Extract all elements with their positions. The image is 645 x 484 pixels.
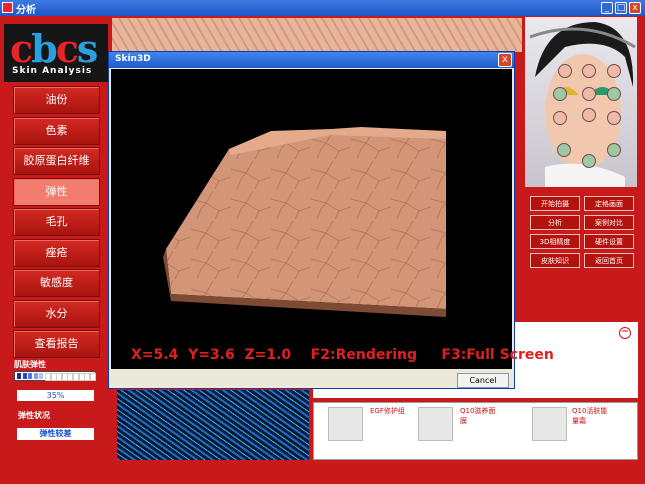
product-image[interactable] <box>328 407 363 441</box>
product-label: Q10活肤能量霜 <box>572 407 608 425</box>
product-recommendations: EGF修护组 Q10滋养面膜 Q10活肤能量霜 <box>313 402 638 460</box>
skin-spot-jaw-left[interactable] <box>557 143 571 157</box>
window-title: 分析 <box>16 5 36 16</box>
control-button[interactable]: 开始拍摄 <box>530 196 580 211</box>
logo-subtitle: Skin Analysis <box>12 66 93 76</box>
skin-spot-eye-left[interactable] <box>553 87 567 101</box>
control-button[interactable]: 案例对比 <box>584 215 634 230</box>
cancel-button[interactable]: Cancel <box>457 373 509 388</box>
maximize-button[interactable]: □ <box>615 2 627 14</box>
menu-item[interactable]: 敏感度 <box>13 269 100 297</box>
dialog-close-button[interactable]: x <box>498 53 512 67</box>
collapse-icon[interactable]: − <box>619 327 631 339</box>
skin-3d-viewport[interactable]: X=5.4 Y=3.6 Z=1.0 F2:Rendering F3:Full S… <box>111 69 554 369</box>
face-illustration <box>529 22 636 187</box>
menu-item[interactable]: 查看报告 <box>13 330 100 358</box>
skin-texture-image <box>112 18 522 52</box>
elasticity-status-heading: 弹性状况 <box>18 411 50 420</box>
control-button[interactable]: 皮肤知识 <box>530 253 580 268</box>
control-button[interactable]: 硬件设置 <box>584 234 634 249</box>
menu-item[interactable]: 水分 <box>13 299 100 328</box>
control-button[interactable]: 返回首页 <box>584 253 634 268</box>
control-button[interactable]: 3D相精度 <box>530 234 580 249</box>
elasticity-gauge <box>14 371 96 381</box>
control-button[interactable]: 分析 <box>530 215 580 230</box>
skin-3d-surface <box>163 127 446 317</box>
face-photo[interactable] <box>525 17 637 187</box>
skin-spot-nose[interactable] <box>582 108 596 122</box>
dialog-title: Skin3D <box>115 54 151 64</box>
logo-letters: cbcs <box>10 26 98 71</box>
menu-item[interactable]: 色素 <box>13 116 100 145</box>
skin-spot-cheek-left[interactable] <box>553 111 567 125</box>
menu-item[interactable]: 胶原蛋白纤维 <box>13 147 100 175</box>
skin-spot-nose-bridge[interactable] <box>582 87 596 101</box>
brand-logo: cbcs Skin Analysis <box>4 24 108 82</box>
coordinate-readout: X=5.4 Y=3.6 Z=1.0 F2:Rendering F3:Full S… <box>131 347 554 363</box>
skin3d-dialog: Skin3D x X=5.4 Y=3.6 Z=1.0 F2:Rendering … <box>108 51 554 389</box>
collagen-image <box>117 390 309 460</box>
elasticity-status: 弹性较差 <box>17 428 94 440</box>
elasticity-heading: 肌肤弹性 <box>14 360 46 369</box>
product-label: Q10滋养面膜 <box>460 407 496 425</box>
product-label: EGF修护组 <box>370 407 405 415</box>
menu-item[interactable]: 弹性 <box>13 177 100 206</box>
minimize-button[interactable]: _ <box>601 2 613 14</box>
window-titlebar[interactable]: 分析 _ □ x <box>0 0 645 16</box>
elasticity-value: 35% <box>17 390 94 401</box>
skin-spot-jaw-right[interactable] <box>607 143 621 157</box>
gauge-segment <box>39 373 44 379</box>
gauge-segment <box>33 373 38 379</box>
skin-spot-forehead-center[interactable] <box>582 64 596 78</box>
gauge-segment <box>17 373 21 379</box>
skin-spot-eye-right[interactable] <box>607 87 621 101</box>
skin-spot-cheek-right[interactable] <box>607 111 621 125</box>
skin-spot-chin[interactable] <box>582 154 596 168</box>
product-image[interactable] <box>418 407 453 441</box>
skin-spot-forehead-right[interactable] <box>607 64 621 78</box>
control-button[interactable]: 定格画面 <box>584 196 634 211</box>
gauge-segment <box>28 373 33 379</box>
app-icon <box>2 2 13 13</box>
skin-spot-forehead-left[interactable] <box>558 64 572 78</box>
menu-item[interactable]: 油份 <box>13 86 100 114</box>
gauge-segment <box>22 373 27 379</box>
menu-item[interactable]: 痤疮 <box>13 238 100 267</box>
close-button[interactable]: x <box>629 2 641 14</box>
dialog-titlebar[interactable]: Skin3D x <box>109 52 514 68</box>
menu-item[interactable]: 毛孔 <box>13 208 100 236</box>
gauge-segment <box>89 373 96 381</box>
product-image[interactable] <box>532 407 567 441</box>
